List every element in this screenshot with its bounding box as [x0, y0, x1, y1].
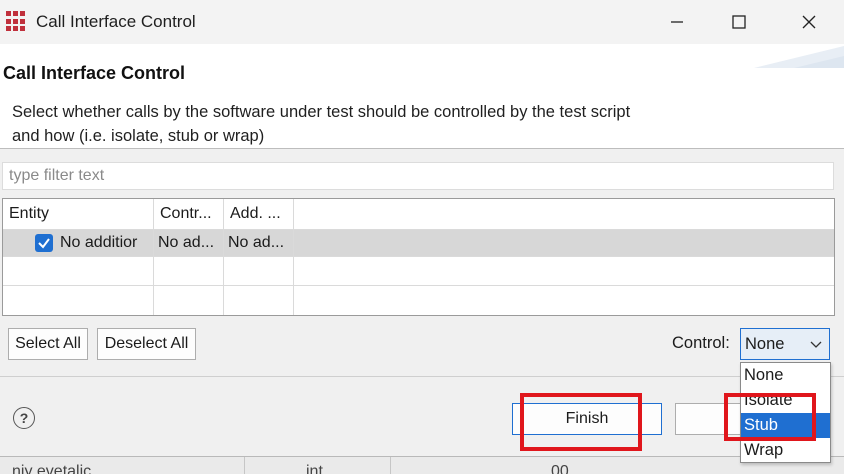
background-row-name: niy evetalic [12, 463, 92, 474]
maximize-icon [732, 15, 746, 29]
filter-input[interactable] [2, 162, 834, 190]
description-line-2: and how (i.e. isolate, stub or wrap) [12, 127, 265, 145]
minimize-icon [671, 21, 683, 23]
annotation-box-stub [724, 393, 816, 441]
dialog-body: Entity Contr... Add. ... No additior No … [0, 148, 844, 376]
cell-control: No ad... [158, 234, 215, 251]
annotation-box-finish [520, 393, 642, 451]
deselect-all-button[interactable]: Deselect All [97, 328, 196, 360]
minimize-button[interactable] [654, 0, 700, 44]
cell-entity: No additior [60, 234, 138, 251]
column-header-add[interactable]: Add. ... [224, 199, 293, 229]
help-icon[interactable]: ? [13, 407, 35, 429]
title-bar: Call Interface Control [0, 0, 844, 44]
dropdown-option-none[interactable]: None [741, 363, 830, 388]
column-header-control[interactable]: Contr... [154, 199, 223, 229]
cell-add: No ad... [228, 234, 285, 251]
dialog-description: Select whether calls by the software und… [12, 100, 712, 148]
chevron-down-icon [810, 341, 822, 348]
background-window-row: niy evetalic int 00 [0, 456, 844, 474]
select-all-button[interactable]: Select All [8, 328, 88, 360]
window-title: Call Interface Control [36, 12, 196, 31]
dialog-footer: ? Finish Ca [0, 376, 844, 456]
background-row-type: int [306, 463, 323, 474]
control-label: Control: [672, 334, 730, 352]
dialog-title: Call Interface Control [3, 63, 186, 83]
entity-table: Entity Contr... Add. ... No additior No … [2, 198, 835, 316]
app-icon [6, 11, 27, 32]
close-button[interactable] [786, 0, 832, 44]
maximize-button[interactable] [716, 0, 762, 44]
background-row-value: 00 [551, 463, 569, 474]
dropdown-option-wrap[interactable]: Wrap [741, 438, 830, 463]
row-checkbox[interactable] [35, 234, 53, 252]
column-header-entity[interactable]: Entity [3, 199, 153, 229]
control-select-value: None [745, 335, 785, 353]
control-select[interactable]: None [740, 328, 830, 360]
checkmark-icon [38, 238, 50, 249]
description-line-1: Select whether calls by the software und… [12, 103, 631, 121]
dialog-header: Call Interface Control Select whether ca… [0, 44, 844, 148]
banner-decoration [754, 46, 844, 68]
close-icon [802, 15, 816, 29]
